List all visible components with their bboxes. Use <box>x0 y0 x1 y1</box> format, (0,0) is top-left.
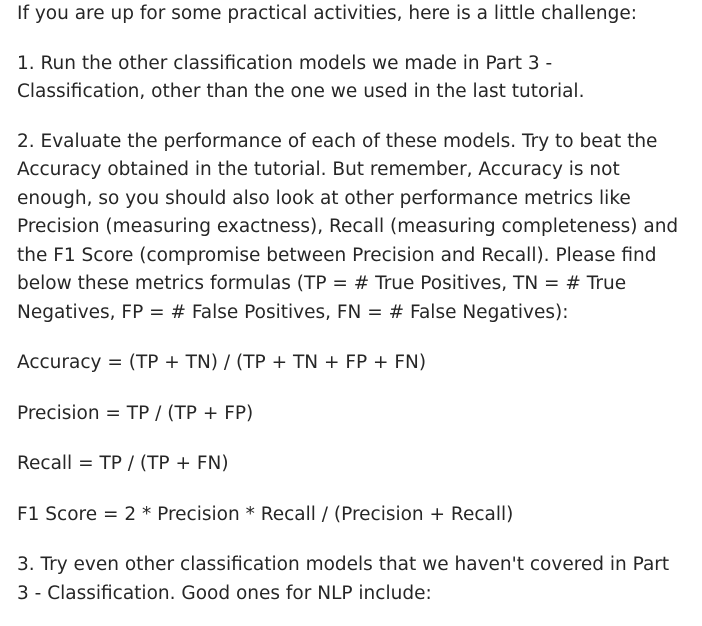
item-2-line: enough, so you should also look at other… <box>17 187 631 209</box>
recall-formula: Recall = TP / (TP + FN) <box>17 453 229 474</box>
precision-formula: Precision = TP / (TP + FP) <box>17 402 254 424</box>
challenge-item-2: 2. Evaluate the performance of each of t… <box>17 128 697 328</box>
intro-paragraph: If you are up for some practical activit… <box>17 3 637 24</box>
accuracy-formula: Accuracy = (TP + TN) / (TP + TN + FP + F… <box>17 352 427 373</box>
item-1-line: Classification, other than the one we us… <box>17 81 585 102</box>
challenge-item-3: 3. Try even other classification models … <box>17 551 697 608</box>
item-3-line: 3. Try even other classification models … <box>17 554 670 575</box>
f1-formula: F1 Score = 2 * Precision * Recall / (Pre… <box>17 503 514 525</box>
challenge-item-1: 1. Run the other classification models w… <box>17 50 697 107</box>
item-1-line: 1. Run the other classification models w… <box>17 52 553 74</box>
item-2-line: Accuracy obtained in the tutorial. But r… <box>17 159 620 180</box>
item-3-line: 3 - Classification. Good ones for NLP in… <box>17 582 432 604</box>
item-2-line: 2. Evaluate the performance of each of t… <box>17 130 658 152</box>
item-2-line: Negatives, FP = # False Positives, FN = … <box>17 301 569 323</box>
item-2-line: Precision (measuring exactness), Recall … <box>17 216 679 237</box>
item-2-line: below these metrics formulas (TP = # Tru… <box>17 273 627 294</box>
item-2-line: the F1 Score (compromise between Precisi… <box>17 244 657 266</box>
document-body: If you are up for some practical activit… <box>17 0 697 608</box>
